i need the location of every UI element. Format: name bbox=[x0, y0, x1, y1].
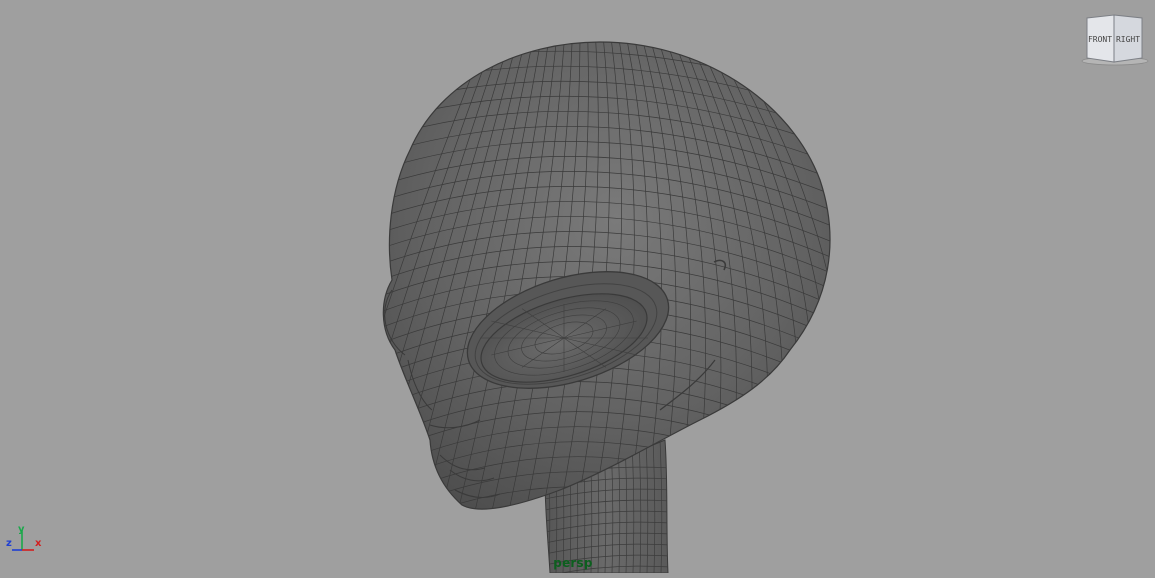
camera-name-label: persp bbox=[553, 556, 593, 570]
z-axis-label: z bbox=[6, 538, 12, 549]
view-cube-front-label[interactable]: FRONT bbox=[1088, 35, 1112, 44]
x-axis-label: x bbox=[35, 538, 42, 549]
view-cube[interactable]: FRONT RIGHT bbox=[1080, 12, 1150, 68]
view-cube-right-label[interactable]: RIGHT bbox=[1116, 35, 1140, 44]
scene-canvas[interactable] bbox=[0, 0, 1155, 574]
axis-indicator: y x z bbox=[4, 520, 48, 560]
y-axis-label: y bbox=[18, 524, 25, 535]
viewport-3d[interactable]: FRONT RIGHT y x z persp bbox=[0, 0, 1155, 574]
